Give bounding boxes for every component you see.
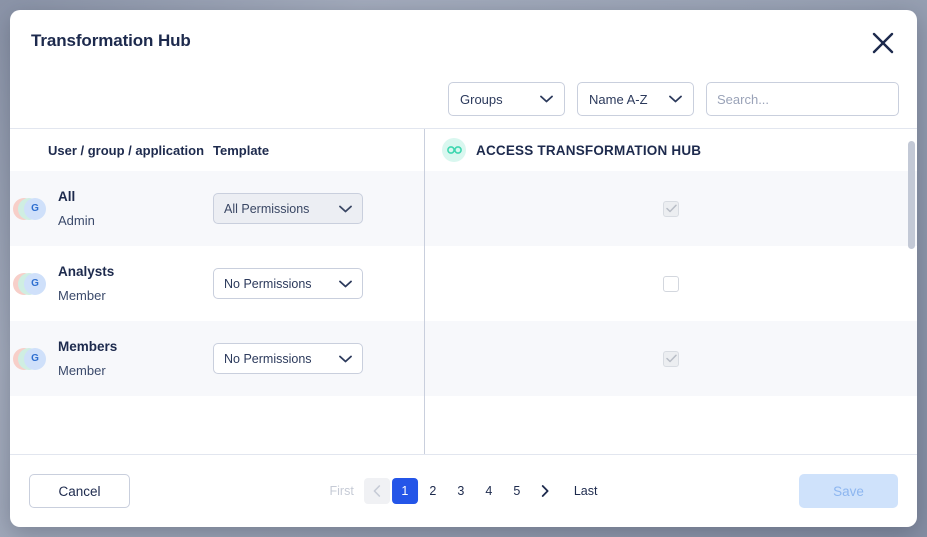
sort-order-select[interactable]: Name A-Z xyxy=(577,82,694,116)
permissions-body: User / group / application Template G Al… xyxy=(10,128,917,454)
permission-row xyxy=(425,321,917,396)
application-name: ACCESS TRANSFORMATION HUB xyxy=(476,142,702,158)
close-icon xyxy=(872,32,894,54)
template-select: All Permissions xyxy=(213,193,363,224)
subjects-column-header: User / group / application Template xyxy=(10,129,424,171)
filter-toolbar: Groups Name A-Z xyxy=(10,70,917,128)
subject-name-cell: Members Member xyxy=(48,339,213,378)
search-input[interactable] xyxy=(717,91,893,107)
pagination-prev xyxy=(363,478,390,504)
chevron-right-icon xyxy=(541,485,549,497)
save-button: Save xyxy=(799,474,898,508)
template-cell: No Permissions xyxy=(213,268,424,299)
avatar: G xyxy=(13,271,47,297)
table-row[interactable]: G Members Member No Permissions xyxy=(10,321,424,396)
avatar-cell: G xyxy=(10,346,48,372)
avatar: G xyxy=(13,196,47,222)
permission-checkbox xyxy=(663,350,679,367)
application-avatar xyxy=(442,138,466,162)
template-cell: All Permissions xyxy=(213,193,424,224)
pagination-next[interactable] xyxy=(532,478,558,504)
page-title: Transformation Hub xyxy=(31,31,191,50)
entity-type-value: Groups xyxy=(460,91,503,107)
chevron-down-icon xyxy=(669,95,682,103)
chevron-down-icon xyxy=(540,95,553,103)
goggles-icon xyxy=(446,146,462,154)
subject-role: Member xyxy=(58,363,106,378)
subject-name-cell: All Admin xyxy=(48,189,213,228)
application-permission-rows xyxy=(425,171,917,396)
subject-role: Admin xyxy=(58,213,95,228)
pagination-page-1[interactable]: 1 xyxy=(391,478,418,504)
transformation-hub-dialog: Transformation Hub Groups Name A-Z Searc… xyxy=(10,10,917,527)
dialog-footer: Cancel First 1 2 3 4 5 Last Save xyxy=(10,454,917,527)
pagination-page-4[interactable]: 4 xyxy=(476,478,502,504)
template-value: No Permissions xyxy=(224,351,312,366)
subject-role: Member xyxy=(58,288,106,303)
subjects-pane: User / group / application Template G Al… xyxy=(10,129,425,454)
check-icon xyxy=(665,354,677,363)
pagination-page-3[interactable]: 3 xyxy=(448,478,474,504)
avatar-initial: G xyxy=(24,347,46,370)
avatar-cell: G xyxy=(10,196,48,222)
chevron-down-icon xyxy=(339,280,352,287)
pagination-last[interactable]: Last xyxy=(566,478,606,504)
pagination: First 1 2 3 4 5 Last xyxy=(322,478,606,504)
table-row[interactable]: G All Admin All Permissions xyxy=(10,171,424,246)
table-row[interactable]: G Analysts Member No Permissions xyxy=(10,246,424,321)
applications-scrollbar[interactable] xyxy=(908,141,915,446)
subject-name: All xyxy=(58,189,76,204)
template-value: All Permissions xyxy=(224,201,310,216)
close-button[interactable] xyxy=(866,26,900,60)
entity-type-select[interactable]: Groups xyxy=(448,82,565,116)
chevron-down-icon xyxy=(339,205,352,212)
cancel-button[interactable]: Cancel xyxy=(29,474,130,508)
applications-pane: ACCESS TRANSFORMATION HUB xyxy=(425,129,917,454)
pagination-page-5[interactable]: 5 xyxy=(504,478,530,504)
template-select[interactable]: No Permissions xyxy=(213,343,363,374)
subject-name: Analysts xyxy=(58,264,115,279)
template-value: No Permissions xyxy=(224,276,312,291)
subject-name: Members xyxy=(58,339,118,354)
column-header-template: Template xyxy=(213,142,270,158)
chevron-down-icon xyxy=(339,355,352,362)
permission-checkbox xyxy=(663,200,679,217)
avatar: G xyxy=(13,346,47,372)
avatar-cell: G xyxy=(10,271,48,297)
subjects-rows: G All Admin All Permissions G Analysts M… xyxy=(10,171,424,454)
template-cell: No Permissions xyxy=(213,343,424,374)
chevron-left-icon xyxy=(373,485,380,497)
scrollbar-thumb[interactable] xyxy=(908,141,915,249)
template-select[interactable]: No Permissions xyxy=(213,268,363,299)
check-icon xyxy=(665,204,677,213)
permission-row xyxy=(425,171,917,246)
sort-order-value: Name A-Z xyxy=(589,91,648,107)
column-header-subject: User / group / application xyxy=(48,142,205,158)
permission-row xyxy=(425,246,917,321)
subject-name-cell: Analysts Member xyxy=(48,264,213,303)
pagination-page-2[interactable]: 2 xyxy=(420,478,446,504)
avatar-initial: G xyxy=(24,197,46,220)
pagination-first: First xyxy=(329,484,354,498)
search-box[interactable] xyxy=(706,82,899,116)
avatar-initial: G xyxy=(24,272,46,295)
dialog-header: Transformation Hub xyxy=(10,10,917,70)
permission-checkbox[interactable] xyxy=(663,275,679,292)
application-column-header: ACCESS TRANSFORMATION HUB xyxy=(425,129,917,171)
